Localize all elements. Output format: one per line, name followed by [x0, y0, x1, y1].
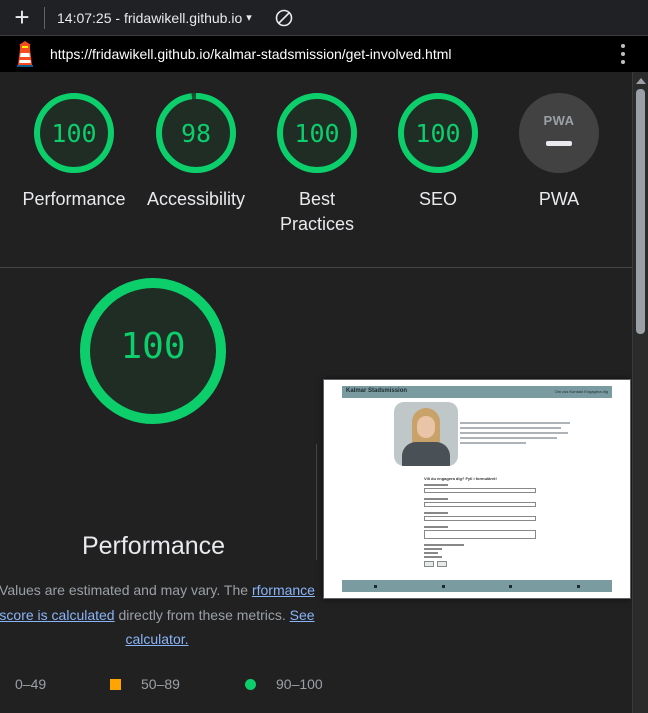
more-options-icon[interactable]	[620, 44, 626, 64]
report-url-bar: https://fridawikell.github.io/kalmar-sta…	[0, 36, 648, 72]
report-host: fridawikell.github.io	[123, 9, 243, 26]
thumb-text-block	[460, 422, 570, 447]
thumb-form-title: Vill du engagera dig? Fyll i formuläret!	[424, 476, 497, 481]
thumb-portrait-image	[394, 402, 458, 466]
gauge-accessibility[interactable]: 98 Accessibility	[131, 91, 261, 212]
lighthouse-logo-icon	[14, 41, 36, 67]
gauge-label: Accessibility	[146, 189, 246, 209]
gauge-label: SEO	[418, 189, 457, 209]
report-url: https://fridawikell.github.io/kalmar-sta…	[50, 46, 452, 62]
thumb-brand: Kalmar Stadsmission	[346, 388, 408, 394]
pwa-badge-text: PWA	[543, 113, 575, 128]
vertical-scrollbar[interactable]	[632, 72, 648, 713]
legend-average: 50–89	[110, 676, 180, 692]
desc-text: directly from these metrics.	[114, 606, 290, 623]
performance-title: Performance	[81, 532, 226, 560]
gauge-value: 98	[180, 119, 212, 148]
gauge-value: 100	[294, 119, 340, 148]
performance-score: 100	[120, 326, 186, 367]
legend-fail-range: 0–49	[15, 676, 47, 692]
thumb-header: Kalmar Stadsmission Om oss Kontakt Engag…	[342, 386, 612, 398]
gauge-seo[interactable]: 100 SEO	[373, 91, 503, 212]
legend-pass: 90–100	[245, 676, 323, 692]
thumb-form: Vill du engagera dig? Fyll i formuläret!	[424, 476, 536, 567]
gauge-value: 100	[415, 119, 461, 148]
performance-description: Values are estimated and may vary. The r…	[0, 578, 322, 652]
square-icon	[110, 678, 121, 690]
thumb-footer	[342, 580, 612, 592]
gauge-pwa[interactable]: PWA PWA	[494, 91, 624, 212]
legend-fail: 0–49	[15, 676, 46, 692]
desc-text: Values are estimated and may vary. The	[0, 582, 252, 598]
clear-button[interactable]	[274, 8, 294, 28]
report-separator: -	[111, 9, 124, 26]
circle-icon	[245, 678, 256, 690]
block-icon	[275, 9, 293, 26]
score-legend: 0–49 50–89 90–100	[0, 676, 632, 702]
devtools-toolbar: + 14:07:25 - fridawikell.github.io ▾	[0, 0, 648, 36]
new-report-button[interactable]: +	[0, 0, 44, 36]
scroll-up-arrow-icon[interactable]	[636, 78, 646, 84]
toolbar-divider	[44, 6, 45, 29]
final-screenshot[interactable]: Kalmar Stadsmission Om oss Kontakt Engag…	[323, 379, 631, 599]
gauge-value: 100	[51, 119, 97, 148]
report-selector[interactable]: 14:07:25 - fridawikell.github.io ▾	[57, 10, 252, 26]
thumb-nav: Om oss Kontakt Engagera dig	[554, 389, 608, 394]
plus-icon: +	[14, 2, 30, 32]
gauge-label: Performance	[22, 189, 126, 209]
caret-down-icon: ▾	[246, 12, 252, 24]
gauge-label: PWA	[538, 189, 580, 209]
scroll-thumb[interactable]	[636, 89, 645, 334]
pwa-dash-icon	[546, 141, 572, 146]
section-divider	[316, 444, 317, 560]
pwa-badge-icon	[519, 93, 599, 173]
gauge-label: Best Practices	[279, 189, 355, 234]
legend-pass-range: 90–100	[276, 676, 323, 692]
report-time: 14:07:25	[57, 9, 112, 26]
gauge-performance[interactable]: 100 Performance	[9, 91, 139, 212]
gauge-best-practices[interactable]: 100 Best Practices	[252, 91, 382, 237]
score-summary: 100 Performance 98 Accessibility 100 Bes…	[0, 72, 632, 268]
legend-average-range: 50–89	[141, 676, 180, 692]
lighthouse-report: 100 Performance 98 Accessibility 100 Bes…	[0, 72, 632, 713]
